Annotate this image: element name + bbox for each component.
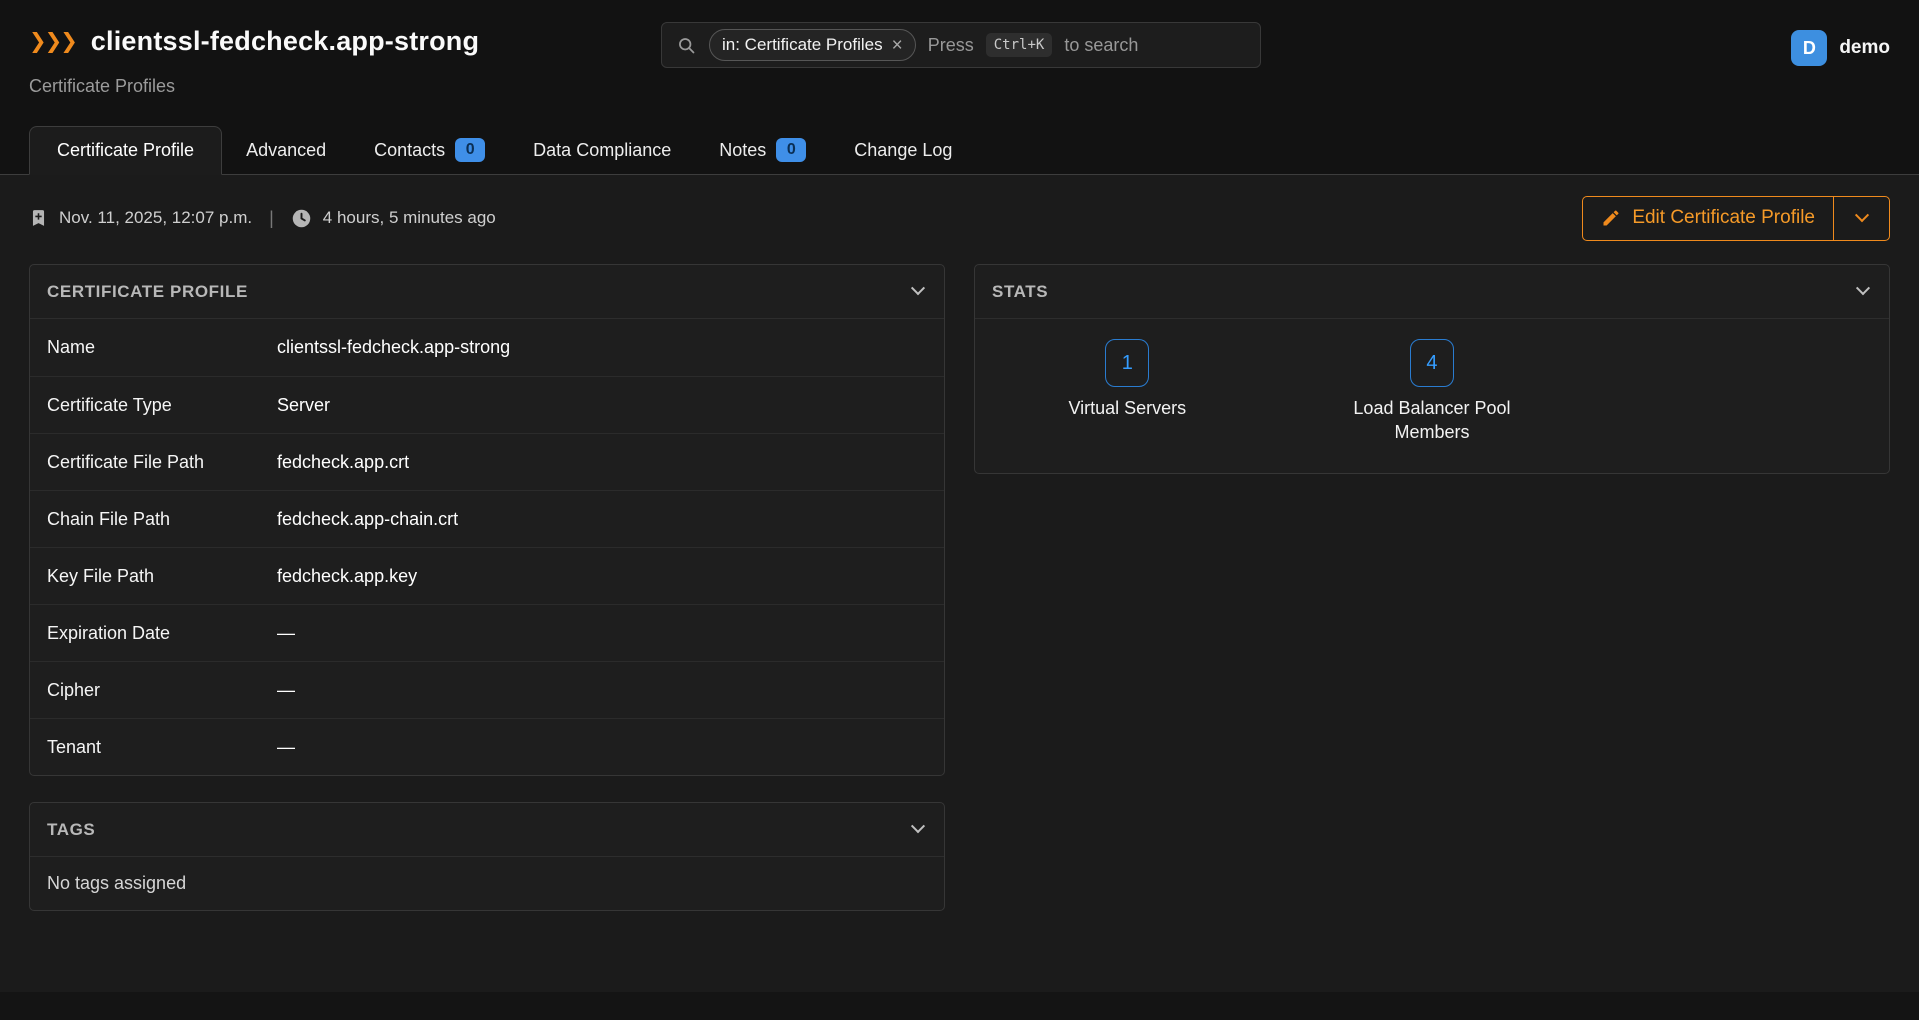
panel-title: CERTIFICATE PROFILE bbox=[47, 282, 248, 302]
stat-label: Load Balancer Pool Members bbox=[1334, 396, 1529, 445]
tab[interactable]: Data Compliance bbox=[509, 126, 695, 174]
app-header: ❯❯❯ clientssl-fedcheck.app-strong Certif… bbox=[0, 0, 1919, 175]
bookmark-plus-icon bbox=[29, 207, 48, 229]
search-hint-suffix: to search bbox=[1064, 35, 1138, 56]
collapse-chevron-icon[interactable] bbox=[1854, 279, 1872, 305]
tags-empty-message: No tags assigned bbox=[30, 857, 944, 910]
user-menu[interactable]: D demo bbox=[1791, 30, 1890, 66]
right-column: STATS 1 Virtual Servers 4 Load bbox=[974, 264, 1890, 474]
edit-button-dropdown[interactable] bbox=[1833, 197, 1889, 240]
content-area: Nov. 11, 2025, 12:07 p.m. | 4 hours, 5 m… bbox=[0, 175, 1919, 992]
chip-remove-icon[interactable]: × bbox=[892, 36, 903, 55]
user-name: demo bbox=[1839, 37, 1890, 59]
panel-title: STATS bbox=[992, 282, 1048, 302]
stat-item: 4 Load Balancer Pool Members bbox=[1280, 339, 1585, 445]
detail-label: Tenant bbox=[47, 737, 277, 758]
stats-panel-header[interactable]: STATS bbox=[975, 265, 1889, 319]
stat-item: 1 Virtual Servers bbox=[975, 339, 1280, 445]
detail-value: Server bbox=[277, 395, 927, 416]
tags-panel-header[interactable]: TAGS bbox=[30, 803, 944, 857]
brand-row: ❯❯❯ clientssl-fedcheck.app-strong bbox=[29, 26, 479, 57]
panel-title: TAGS bbox=[47, 820, 95, 840]
detail-row: Expiration Date — bbox=[30, 604, 944, 661]
meta-divider: | bbox=[269, 208, 274, 229]
detail-label: Key File Path bbox=[47, 566, 277, 587]
tab[interactable]: Certificate Profile bbox=[29, 126, 222, 175]
app-logo-chevrons-icon[interactable]: ❯❯❯ bbox=[29, 29, 76, 54]
tab-label: Certificate Profile bbox=[57, 140, 194, 161]
detail-row: Tenant — bbox=[30, 718, 944, 775]
edit-certificate-profile-button[interactable]: Edit Certificate Profile bbox=[1583, 197, 1833, 240]
stat-count[interactable]: 4 bbox=[1410, 339, 1454, 387]
tab-badge: 0 bbox=[455, 138, 485, 162]
detail-value: clientssl-fedcheck.app-strong bbox=[277, 337, 927, 358]
detail-label: Certificate File Path bbox=[47, 452, 277, 473]
tab-label: Contacts bbox=[374, 140, 445, 161]
detail-label: Name bbox=[47, 337, 277, 358]
edit-split-button: Edit Certificate Profile bbox=[1582, 196, 1890, 241]
detail-value: — bbox=[277, 680, 927, 701]
detail-row: Key File Path fedcheck.app.key bbox=[30, 547, 944, 604]
tab[interactable]: Contacts 0 bbox=[350, 126, 509, 174]
tab[interactable]: Advanced bbox=[222, 126, 350, 174]
tab-label: Notes bbox=[719, 140, 766, 161]
detail-value: — bbox=[277, 737, 927, 758]
saved-at-text: Nov. 11, 2025, 12:07 p.m. bbox=[59, 208, 252, 228]
timestamps: Nov. 11, 2025, 12:07 p.m. | 4 hours, 5 m… bbox=[29, 207, 496, 229]
page-title: clientssl-fedcheck.app-strong bbox=[91, 26, 479, 57]
tab-label: Change Log bbox=[854, 140, 952, 161]
search-icon bbox=[676, 35, 697, 56]
breadcrumb[interactable]: Certificate Profiles bbox=[29, 76, 175, 97]
meta-row: Nov. 11, 2025, 12:07 p.m. | 4 hours, 5 m… bbox=[29, 195, 1890, 241]
search-filter-chip[interactable]: in: Certificate Profiles × bbox=[709, 29, 916, 61]
tab-label: Advanced bbox=[246, 140, 326, 161]
detail-value: — bbox=[277, 623, 927, 644]
collapse-chevron-icon[interactable] bbox=[909, 817, 927, 843]
certificate-profile-panel-header[interactable]: CERTIFICATE PROFILE bbox=[30, 265, 944, 319]
detail-label: Chain File Path bbox=[47, 509, 277, 530]
pencil-icon bbox=[1601, 208, 1621, 228]
stat-count[interactable]: 1 bbox=[1105, 339, 1149, 387]
relative-time-text: 4 hours, 5 minutes ago bbox=[323, 208, 496, 228]
tab-badge: 0 bbox=[776, 138, 806, 162]
stat-label: Virtual Servers bbox=[1068, 396, 1186, 420]
panel-columns: CERTIFICATE PROFILE Name clientssl-fedch… bbox=[29, 264, 1890, 911]
detail-label: Certificate Type bbox=[47, 395, 277, 416]
detail-label: Cipher bbox=[47, 680, 277, 701]
tab[interactable]: Change Log bbox=[830, 126, 976, 174]
search-shortcut-kbd: Ctrl+K bbox=[986, 33, 1053, 57]
detail-row: Certificate Type Server bbox=[30, 376, 944, 433]
search-hint-press: Press bbox=[928, 35, 974, 56]
detail-value: fedcheck.app-chain.crt bbox=[277, 509, 927, 530]
tabbar: Certificate Profile Advanced Contacts 0 … bbox=[0, 126, 1919, 175]
avatar[interactable]: D bbox=[1791, 30, 1827, 66]
detail-value: fedcheck.app.crt bbox=[277, 452, 927, 473]
chevron-down-icon bbox=[1854, 208, 1868, 222]
left-column: CERTIFICATE PROFILE Name clientssl-fedch… bbox=[29, 264, 945, 911]
tab[interactable]: Notes 0 bbox=[695, 126, 830, 174]
tags-panel: TAGS No tags assigned bbox=[29, 802, 945, 911]
stats-body: 1 Virtual Servers 4 Load Balancer Pool M… bbox=[975, 319, 1889, 473]
collapse-chevron-icon[interactable] bbox=[909, 279, 927, 305]
detail-row: Chain File Path fedcheck.app-chain.crt bbox=[30, 490, 944, 547]
clock-icon bbox=[291, 208, 312, 229]
certificate-profile-panel: CERTIFICATE PROFILE Name clientssl-fedch… bbox=[29, 264, 945, 776]
detail-row: Name clientssl-fedcheck.app-strong bbox=[30, 319, 944, 376]
tab-label: Data Compliance bbox=[533, 140, 671, 161]
edit-button-label: Edit Certificate Profile bbox=[1632, 207, 1815, 229]
detail-value: fedcheck.app.key bbox=[277, 566, 927, 587]
stats-panel: STATS 1 Virtual Servers 4 Load bbox=[974, 264, 1890, 474]
detail-row: Certificate File Path fedcheck.app.crt bbox=[30, 433, 944, 490]
search-filter-chip-label: in: Certificate Profiles bbox=[722, 35, 883, 55]
search-input[interactable]: in: Certificate Profiles × Press Ctrl+K … bbox=[661, 22, 1261, 68]
detail-row: Cipher — bbox=[30, 661, 944, 718]
detail-label: Expiration Date bbox=[47, 623, 277, 644]
page: ❯❯❯ clientssl-fedcheck.app-strong Certif… bbox=[0, 0, 1919, 1020]
